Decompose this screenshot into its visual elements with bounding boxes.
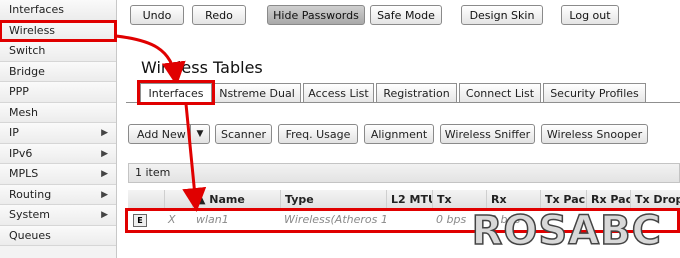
undo-button[interactable]: Undo [130,5,184,25]
sidebar-item-label: IPv6 [9,146,33,160]
column-header-tx-packets[interactable]: Tx Pac [540,190,586,209]
tab-nstreme-dual[interactable]: Nstreme Dual [213,83,301,102]
chevron-right-icon: ▶ [101,189,108,200]
column-header-spacer [164,190,192,209]
sidebar-item-wireless[interactable]: Wireless [0,19,117,42]
watermark-logo: ROSABC [471,207,662,255]
row-flag-disabled: X [168,213,176,226]
chevron-right-icon: ▶ [101,169,108,179]
sidebar-item-label: Interfaces [9,3,64,16]
sidebar-item-label: Mesh [9,105,38,119]
sidebar-item-label: PPP [9,85,29,98]
tab-registration[interactable]: Registration [376,83,457,102]
cell-l2mtu [386,210,432,230]
chevron-right-icon: ▶ [101,148,108,159]
sidebar-item-interfaces[interactable]: Interfaces [0,0,116,21]
tab-connect-list[interactable]: Connect List [459,83,541,102]
sidebar-item-bridge[interactable]: Bridge [0,61,116,82]
tab-access-list[interactable]: Access List [303,83,374,102]
sidebar-item-label: Bridge [9,64,45,78]
sidebar-item-switch[interactable]: Switch [0,41,116,62]
sidebar-item-mesh[interactable]: Mesh [0,102,116,123]
sidebar-item-ipv6[interactable]: IPv6 ▶ [0,143,116,164]
hide-passwords-button[interactable]: Hide Passwords [267,5,365,25]
freq-usage-button[interactable]: Freq. Usage [278,124,358,144]
alignment-button[interactable]: Alignment [364,124,434,144]
tab-security-profiles[interactable]: Security Profiles [543,83,646,102]
sidebar-item-ip[interactable]: IP ▶ [0,123,116,144]
column-header-rx[interactable]: Rx [486,190,540,209]
edit-icon[interactable]: E [133,214,147,227]
sidebar-item-system[interactable]: System ▶ [0,205,116,226]
sidebar-item-label: Routing [9,187,52,201]
safe-mode-button[interactable]: Safe Mode [370,5,442,25]
sidebar-item-mpls[interactable]: MPLS ▶ [0,164,116,185]
sidebar-item-label: Queues [9,228,51,242]
sidebar-item-routing[interactable]: Routing ▶ [0,184,116,205]
sidebar-item-label: MPLS [9,167,39,180]
chevron-right-icon: ▶ [101,210,108,220]
sidebar-menu: Interfaces Wireless Switch Bridge PPP Me… [0,0,117,258]
add-new-button[interactable]: Add New ▼ [128,124,210,144]
column-header-tx[interactable]: Tx [432,190,486,209]
column-header-l2mtu[interactable]: L2 MTU [386,190,432,209]
sidebar-item-label: Switch [9,44,46,57]
tab-interfaces[interactable]: Interfaces [137,80,215,105]
sidebar-item-label: Wireless [9,23,56,37]
column-header-name[interactable]: ▲ Name [192,190,280,209]
column-header-flags [128,190,164,209]
wireless-snooper-button[interactable]: Wireless Snooper [541,124,648,144]
sidebar-item-label: System [9,208,51,221]
sidebar-item-ppp[interactable]: PPP [0,82,116,103]
design-skin-button[interactable]: Design Skin [461,5,543,25]
column-header-type[interactable]: Type [280,190,386,209]
scanner-button[interactable]: Scanner [215,124,272,144]
page-title: Wireless Tables [141,58,263,77]
add-new-label: Add New [137,128,186,141]
sidebar-item-queues[interactable]: Queues [0,225,116,246]
item-count: 1 item [128,163,680,183]
cell-name: wlan1 [196,213,229,226]
log-out-button[interactable]: Log out [561,5,619,25]
wireless-sniffer-button[interactable]: Wireless Sniffer [440,124,535,144]
chevron-right-icon: ▶ [101,128,108,138]
sidebar-item-label: IP [9,126,19,139]
redo-button[interactable]: Redo [192,5,246,25]
dropdown-arrow-icon[interactable]: ▼ [190,125,209,144]
column-header-tx-drops[interactable]: Tx Drop [630,190,680,209]
cell-type: Wireless(Atheros 11 [284,213,386,226]
column-header-rx-packets[interactable]: Rx Pac [586,190,630,209]
table-header: ▲ Name Type L2 MTU Tx Rx Tx Pac Rx Pac T… [128,190,680,210]
